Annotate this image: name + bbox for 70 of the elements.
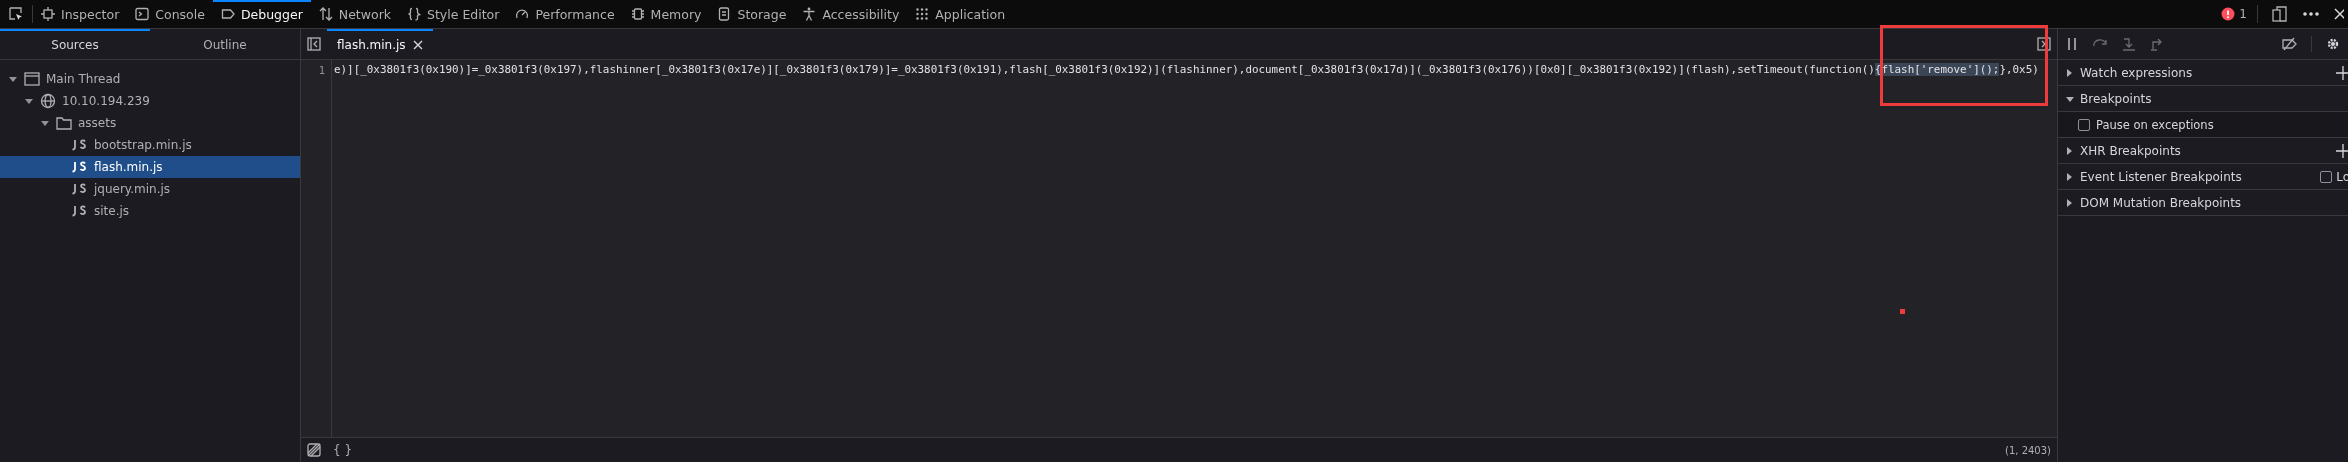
collapsed-arrow-icon [2066,172,2074,181]
sidebar-toggle-icon[interactable] [2037,37,2051,51]
checkbox[interactable] [2078,118,2090,131]
checkbox-label: Pause on exceptions [2096,117,2214,132]
add-icon[interactable] [2336,143,2348,158]
devtools-tab[interactable]: Application [907,0,1014,28]
file-tab[interactable]: flash.min.js [327,29,433,59]
collapsed-arrow-icon [2066,198,2074,207]
devtools-tab[interactable]: Performance [507,0,623,28]
console-icon [135,7,150,21]
arrows-icon [318,7,333,21]
step-out-icon[interactable] [2150,37,2164,51]
globe-icon [40,93,56,109]
expanded-arrow-icon [24,96,34,106]
error-icon [2221,7,2236,21]
step-in-icon[interactable] [2122,37,2136,51]
sidebar-toggle-icon[interactable] [307,37,321,51]
accessibility-icon [802,7,817,21]
pointer-icon [8,6,24,22]
tree-item[interactable]: 10.10.194.239 [0,90,300,112]
braces-icon [407,7,421,21]
expanded-arrow-icon [40,118,50,128]
panel-tab[interactable]: Outline [150,29,300,59]
deactivate-breakpoints-icon[interactable] [2281,37,2297,51]
js-file-icon [72,183,88,195]
gauge-icon [515,7,530,21]
expanded-arrow-icon [8,74,18,84]
pretty-print-button[interactable]: { } [331,443,355,457]
js-file-icon [72,139,88,151]
collapsed-arrow-icon [2066,68,2074,77]
section-header[interactable]: DOM Mutation Breakpoints [2058,190,2348,216]
chip-icon [630,7,645,21]
storage-icon [717,7,732,21]
tree-item[interactable]: site.js [0,200,300,222]
devtools-tab[interactable]: Console [127,0,213,28]
js-file-icon [72,161,88,173]
expanded-arrow-icon [2066,94,2074,103]
settings-icon[interactable] [2326,37,2340,51]
grid-icon [915,7,930,21]
window-icon [24,71,40,87]
tag-icon [220,7,235,21]
tree-item[interactable]: Main Thread [0,68,300,90]
add-icon[interactable] [2336,65,2348,80]
tree-item[interactable]: flash.min.js [0,156,300,178]
checkbox[interactable] [2320,170,2333,183]
line-number: 1 [317,63,326,78]
devtools-tab[interactable]: Memory [622,0,710,28]
devtools-tab[interactable]: Style Editor [399,0,508,28]
more-icon [2302,11,2320,17]
tree-item[interactable]: jquery.min.js [0,178,300,200]
panel-tab[interactable]: Sources [0,29,150,59]
devtools-tab[interactable]: Accessibility [794,0,908,28]
devtools-tab[interactable]: Network [310,0,399,28]
error-count: 1 [2239,7,2247,21]
blackbox-icon[interactable] [307,443,321,457]
close-icon [2334,7,2344,21]
folder-icon [56,115,72,131]
section-header[interactable]: XHR Breakpoints [2058,138,2348,164]
responsive-icon [2272,6,2288,22]
tree-item[interactable]: assets [0,112,300,134]
js-file-icon [72,205,88,217]
inspector-icon [41,7,55,21]
devtools-tab[interactable]: Storage [709,0,795,28]
collapsed-arrow-icon [2066,146,2074,155]
tree-item[interactable]: bootstrap.min.js [0,134,300,156]
section-header[interactable]: Watch expressions [2058,60,2348,86]
devtools-tab[interactable]: Inspector [33,0,128,28]
pause-icon[interactable] [2066,37,2078,51]
cursor-position: (1, 2403) [2005,444,2051,456]
close-icon [412,40,423,50]
